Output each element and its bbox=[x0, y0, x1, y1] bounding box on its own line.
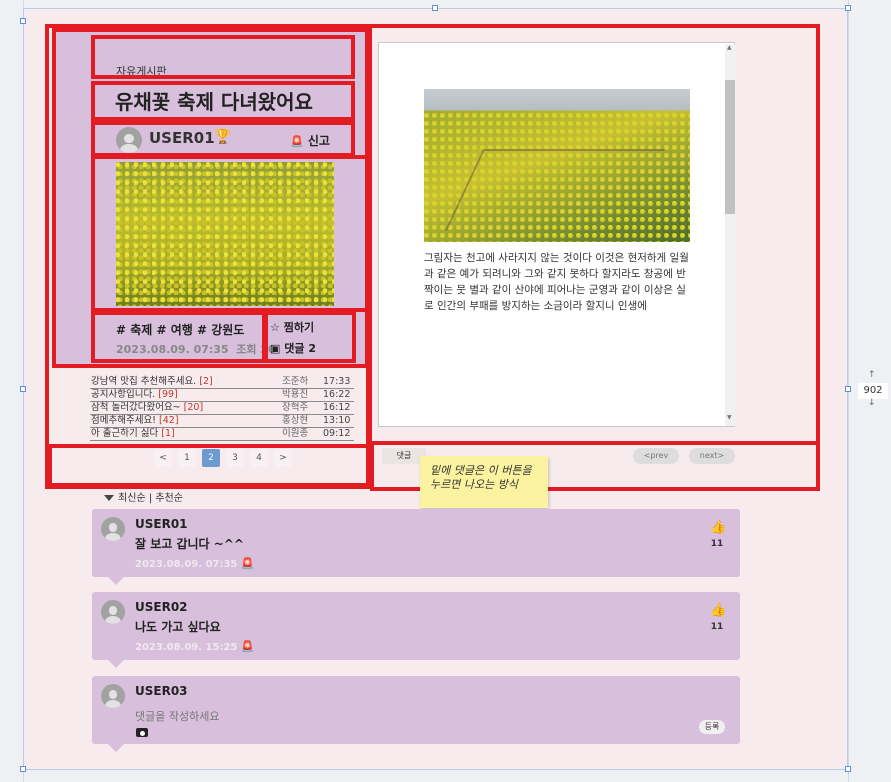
comment-item: USER02 나도 가고 싶다요 2023.08.09. 15:25 🚨 👍 1… bbox=[92, 592, 740, 668]
annotation-frame bbox=[264, 311, 356, 363]
siren-icon[interactable]: 🚨 bbox=[241, 640, 255, 653]
thumbs-up-icon[interactable]: 👍 bbox=[710, 603, 726, 618]
comment-text: 잘 보고 갑니다 ~^^ bbox=[135, 537, 244, 551]
resize-handle-bottom-right[interactable] bbox=[845, 766, 851, 772]
thumbs-up-icon[interactable]: 👍 bbox=[710, 520, 726, 535]
annotation-frame bbox=[91, 35, 355, 79]
camera-icon[interactable] bbox=[136, 728, 148, 737]
comment-date: 2023.08.09. 15:25 🚨 bbox=[135, 640, 255, 653]
like-count: 11 bbox=[710, 539, 724, 549]
comment-user[interactable]: USER02 bbox=[135, 600, 188, 614]
resize-handle-top[interactable] bbox=[432, 5, 438, 11]
resize-handle-left[interactable] bbox=[20, 386, 26, 392]
comment-input-user: USER03 bbox=[135, 684, 188, 698]
comment-tail bbox=[108, 577, 124, 585]
resize-handle-top-left[interactable] bbox=[20, 18, 26, 24]
sort-label: 최신순 | 추천순 bbox=[118, 493, 183, 504]
arrow-down-icon: ↓ bbox=[868, 398, 876, 408]
filter-icon bbox=[104, 495, 114, 501]
annotation-frame bbox=[48, 444, 370, 487]
comment-date-text: 2023.08.09. 07:35 bbox=[135, 559, 238, 570]
comment-date-text: 2023.08.09. 15:25 bbox=[135, 642, 238, 653]
resize-handle-bottom-left[interactable] bbox=[20, 766, 26, 772]
comment-tail bbox=[108, 744, 124, 752]
siren-icon[interactable]: 🚨 bbox=[241, 557, 255, 570]
avatar bbox=[101, 684, 125, 708]
resize-handle-right[interactable] bbox=[845, 386, 851, 392]
avatar bbox=[101, 517, 125, 541]
annotation-frame bbox=[91, 121, 355, 157]
comment-tail bbox=[108, 660, 124, 668]
height-label: 902 bbox=[858, 383, 888, 399]
comment-date: 2023.08.09. 07:35 🚨 bbox=[135, 557, 255, 570]
avatar bbox=[101, 600, 125, 624]
annotation-frame bbox=[91, 155, 371, 312]
submit-comment-button[interactable]: 등록 bbox=[699, 720, 725, 734]
annotation-frame bbox=[91, 81, 355, 121]
resize-handle-top-right[interactable] bbox=[845, 5, 851, 11]
comment-user[interactable]: USER01 bbox=[135, 517, 188, 531]
comment-input-box: USER03 댓글을 작성하세요 등록 bbox=[92, 676, 740, 752]
sort-options[interactable]: 최신순 | 추천순 bbox=[104, 489, 183, 504]
annotation-frame bbox=[366, 24, 820, 445]
comment-item: USER01 잘 보고 갑니다 ~^^ 2023.08.09. 07:35 🚨 … bbox=[92, 509, 740, 585]
like-count: 11 bbox=[710, 622, 724, 632]
arrow-up-icon: ↑ bbox=[868, 370, 876, 380]
comment-text: 나도 가고 싶다요 bbox=[135, 620, 221, 634]
comment-input-field[interactable]: 댓글을 작성하세요 bbox=[135, 708, 219, 724]
sticky-note: 밑에 댓글은 이 버튼을 누르면 나오는 방식 bbox=[420, 456, 548, 508]
annotation-frame bbox=[91, 311, 266, 363]
